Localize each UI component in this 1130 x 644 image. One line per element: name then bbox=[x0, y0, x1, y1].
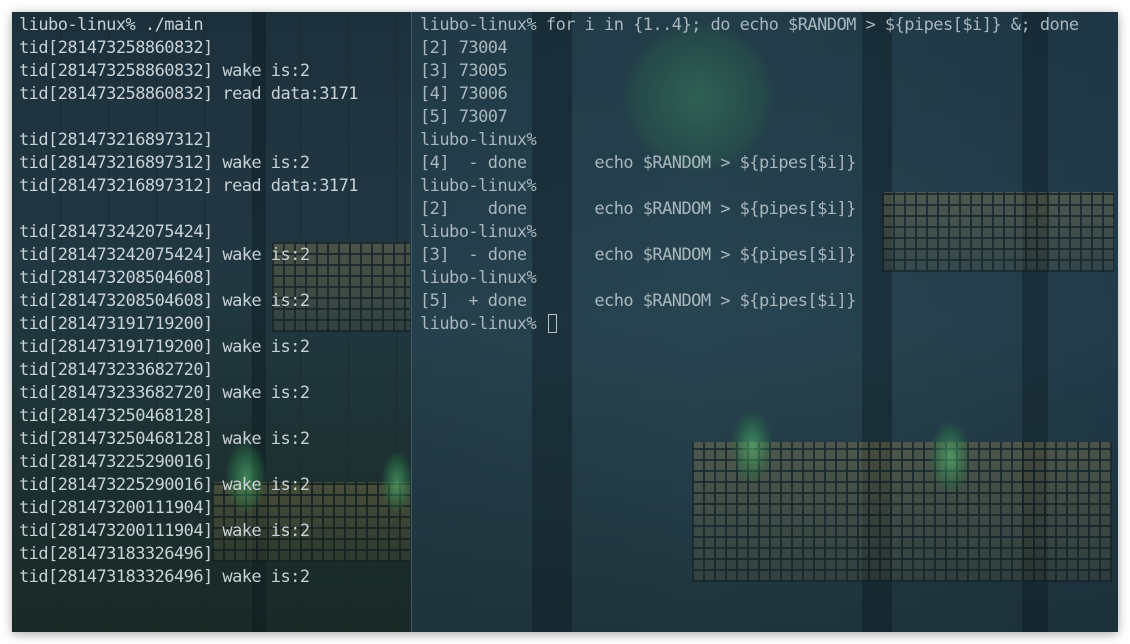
terminal-line: tid[281473233682720] wake is:2 bbox=[19, 383, 310, 403]
terminal-line: liubo-linux% bbox=[420, 222, 537, 242]
terminal-line: tid[281473216897312] bbox=[19, 130, 213, 150]
terminal-line: [3] - done echo $RANDOM > ${pipes[$i]} bbox=[420, 245, 856, 265]
terminal-line: tid[281473191719200] bbox=[19, 314, 213, 334]
terminal-line: tid[281473216897312] read data:3171 bbox=[19, 176, 359, 196]
terminal-line: [2] 73004 bbox=[420, 38, 508, 58]
terminal-line: [5] + done echo $RANDOM > ${pipes[$i]} bbox=[420, 291, 856, 311]
terminal-line: liubo-linux% ./main bbox=[19, 15, 204, 35]
pane-divider[interactable] bbox=[411, 12, 412, 632]
terminal-line: liubo-linux% bbox=[420, 176, 537, 196]
wallpaper-lantern bbox=[732, 412, 772, 482]
left-terminal-pane[interactable]: liubo-linux% ./main tid[281473258860832] t… bbox=[19, 14, 409, 589]
terminal-window: liubo-linux% ./main tid[281473258860832] t… bbox=[12, 12, 1118, 632]
terminal-line: liubo-linux% bbox=[420, 130, 537, 150]
terminal-line: [4] 73006 bbox=[420, 84, 508, 104]
terminal-line: liubo-linux% bbox=[420, 268, 537, 288]
terminal-line: tid[281473191719200] wake is:2 bbox=[19, 337, 310, 357]
terminal-line: tid[281473200111904] bbox=[19, 498, 213, 518]
terminal-line: [2] done echo $RANDOM > ${pipes[$i]} bbox=[420, 199, 856, 219]
terminal-line: tid[281473183326496] wake is:2 bbox=[19, 567, 310, 587]
terminal-prompt-line[interactable]: liubo-linux% bbox=[420, 313, 1112, 336]
terminal-line: [4] - done echo $RANDOM > ${pipes[$i]} bbox=[420, 153, 856, 173]
terminal-line: tid[281473258860832] wake is:2 bbox=[19, 61, 310, 81]
terminal-line: tid[281473250468128] bbox=[19, 406, 213, 426]
prompt-text: liubo-linux% bbox=[420, 314, 546, 334]
terminal-line: tid[281473216897312] wake is:2 bbox=[19, 153, 310, 173]
terminal-line: tid[281473183326496] bbox=[19, 544, 213, 564]
terminal-line: [5] 73007 bbox=[420, 107, 508, 127]
terminal-line: [3] 73005 bbox=[420, 61, 508, 81]
terminal-line: tid[281473200111904] wake is:2 bbox=[19, 521, 310, 541]
terminal-line: tid[281473225290016] wake is:2 bbox=[19, 475, 310, 495]
terminal-line: tid[281473250468128] wake is:2 bbox=[19, 429, 310, 449]
wallpaper-lantern bbox=[930, 422, 970, 492]
terminal-line: tid[281473242075424] bbox=[19, 222, 213, 242]
terminal-line: tid[281473208504608] bbox=[19, 268, 213, 288]
terminal-line: tid[281473208504608] wake is:2 bbox=[19, 291, 310, 311]
terminal-line: tid[281473258860832] bbox=[19, 38, 213, 58]
terminal-line: liubo-linux% for i in {1..4}; do echo $R… bbox=[420, 15, 1079, 35]
right-terminal-pane[interactable]: liubo-linux% for i in {1..4}; do echo $R… bbox=[420, 14, 1112, 336]
terminal-line: tid[281473233682720] bbox=[19, 360, 213, 380]
text-cursor bbox=[547, 314, 557, 333]
terminal-line: tid[281473225290016] bbox=[19, 452, 213, 472]
terminal-line: tid[281473258860832] read data:3171 bbox=[19, 84, 359, 104]
terminal-line: tid[281473242075424] wake is:2 bbox=[19, 245, 310, 265]
